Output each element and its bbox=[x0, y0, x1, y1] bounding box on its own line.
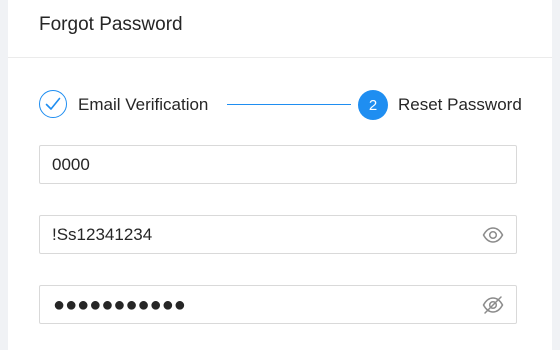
step-connector-line bbox=[227, 104, 351, 105]
verification-code-field[interactable] bbox=[39, 145, 517, 184]
forgot-password-card: Forgot Password Email Verification 2 Res… bbox=[8, 0, 552, 350]
new-password-field[interactable] bbox=[39, 215, 517, 254]
verification-code-input[interactable] bbox=[52, 146, 452, 183]
confirm-password-field[interactable]: ●●●●●●●●●●● bbox=[39, 285, 517, 324]
eye-slash-icon[interactable] bbox=[482, 295, 504, 315]
step-done-check-icon bbox=[39, 90, 67, 118]
step-number-badge: 2 bbox=[358, 90, 388, 120]
card-header: Forgot Password bbox=[8, 0, 552, 58]
step-label-reset-password: Reset Password bbox=[398, 95, 522, 114]
new-password-input[interactable] bbox=[52, 216, 452, 253]
eye-icon[interactable] bbox=[482, 225, 504, 245]
page-title: Forgot Password bbox=[39, 14, 183, 35]
steps-indicator: Email Verification 2 Reset Password bbox=[8, 88, 552, 122]
step-label-email-verification: Email Verification bbox=[78, 95, 209, 114]
confirm-password-masked-value[interactable]: ●●●●●●●●●●● bbox=[53, 293, 186, 317]
